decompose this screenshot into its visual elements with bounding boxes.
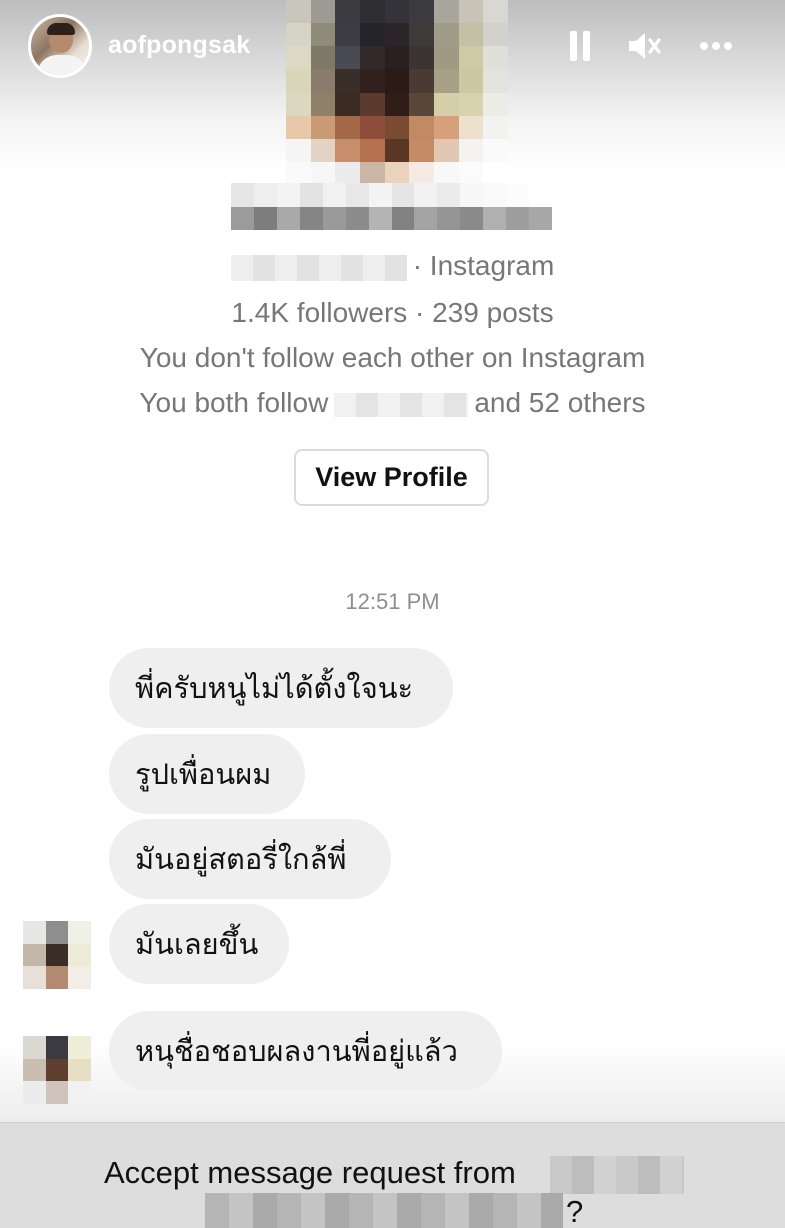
message-timestamp: 12:51 PM (345, 589, 440, 614)
profile-stats: 1.4K followers · 239 posts (231, 297, 554, 328)
redacted-requester-name (550, 1156, 684, 1194)
profile-platform-line: · Instagram (0, 250, 785, 282)
redacted-mutual-name (334, 392, 469, 417)
message-bubble[interactable]: หนุชื่อชอบผลงานพี่อยู่แล้ว (109, 1011, 502, 1091)
accept-request-question-mark: ? (566, 1194, 584, 1228)
message-bubble[interactable]: พี่ครับหนูไม่ได้ตั้งใจนะ (109, 648, 453, 728)
follow-status: You don't follow each other on Instagram (139, 342, 646, 373)
story-author-avatar[interactable] (28, 14, 92, 78)
story-username[interactable]: aofpongsak (108, 31, 250, 60)
avatar-shirt (37, 55, 87, 75)
message-bubble[interactable]: มันเลยขึ้น (109, 904, 289, 984)
message-bubble[interactable]: รูปเพื่อนผม (109, 734, 305, 814)
speaker-muted-icon[interactable] (624, 28, 664, 64)
pause-icon[interactable] (566, 28, 594, 64)
mutual-followers-line: You both follow and 52 others (0, 387, 785, 419)
view-profile-button[interactable]: View Profile (294, 449, 489, 506)
mutual-prefix: You both follow (139, 387, 329, 418)
redacted-requester-name (205, 1193, 563, 1228)
sender-avatar[interactable] (23, 921, 91, 989)
platform-label: · Instagram (412, 250, 555, 281)
profile-name-pixelated (231, 183, 552, 230)
accept-request-text[interactable]: Accept message request from (104, 1155, 516, 1191)
profile-photo-pixelated (286, 0, 508, 185)
avatar-hair (47, 23, 75, 35)
message-bubble[interactable]: มันอยู่สตอรี่ใกล้พี่ (109, 819, 391, 899)
redacted-handle (230, 254, 407, 281)
mutual-suffix: and 52 others (474, 387, 646, 418)
sender-avatar[interactable] (23, 1036, 91, 1104)
more-horizontal-icon[interactable] (696, 28, 736, 64)
